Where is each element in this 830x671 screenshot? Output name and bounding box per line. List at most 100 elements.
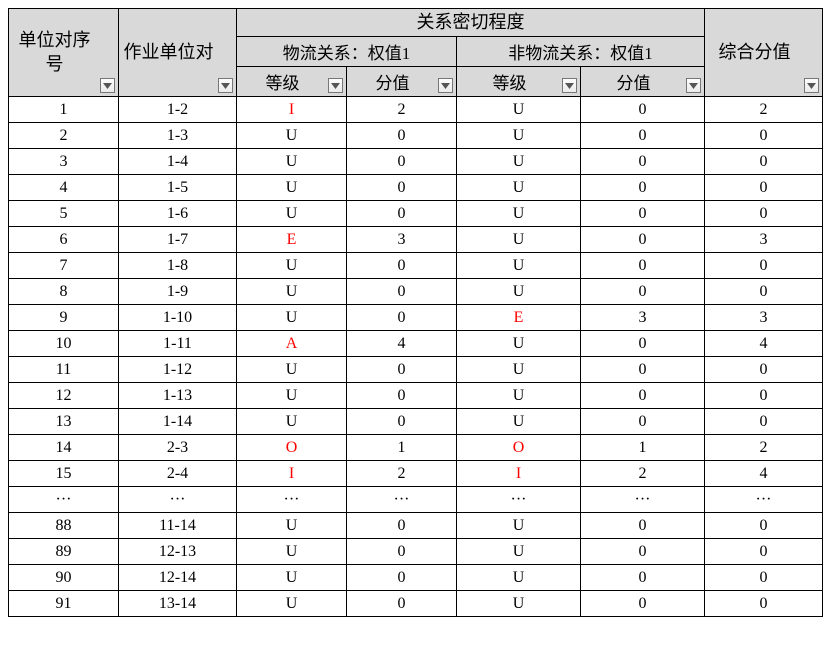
pair-cell: 1-6 [119,201,237,227]
seq-cell: 7 [9,253,119,279]
table-row: 31-4U0U00 [9,149,823,175]
score-1-cell: 3 [347,227,457,253]
total-cell: 0 [705,149,823,175]
seq-cell: 90 [9,565,119,591]
ellipsis-cell: ··· [581,487,705,513]
score-2-cell: 0 [581,97,705,123]
total-cell: 0 [705,357,823,383]
score-2-cell: 0 [581,513,705,539]
ellipsis-cell: ··· [457,487,581,513]
score-1-cell: 0 [347,357,457,383]
table-row: 11-2I2U02 [9,97,823,123]
pair-cell: 13-14 [119,591,237,617]
header-total-label: 综合分值 [719,42,791,62]
seq-cell: 14 [9,435,119,461]
grade-1-cell: U [237,123,347,149]
seq-cell: 6 [9,227,119,253]
header-nonlogistics: 非物流关系：权值1 [457,37,705,67]
table-row: 111-12U0U00 [9,357,823,383]
grade-2-cell: U [457,175,581,201]
score-1-cell: 0 [347,305,457,331]
score-1-cell: 0 [347,201,457,227]
total-cell: 0 [705,409,823,435]
grade-1-cell: U [237,539,347,565]
header-seq[interactable]: 单位对序号 [9,9,119,97]
pair-cell: 1-13 [119,383,237,409]
header-seq-label: 单位对序号 [19,30,91,73]
header-score-2[interactable]: 分值 [581,67,705,97]
seq-cell: 10 [9,331,119,357]
grade-2-cell: U [457,513,581,539]
score-1-cell: 0 [347,383,457,409]
score-2-cell: 3 [581,305,705,331]
total-cell: 2 [705,97,823,123]
grade-1-cell: U [237,175,347,201]
grade-2-cell: U [457,201,581,227]
filter-icon[interactable] [328,78,343,93]
score-1-cell: 0 [347,409,457,435]
table-row: 9012-14U0U00 [9,565,823,591]
total-cell: 4 [705,461,823,487]
grade-2-cell: U [457,383,581,409]
pair-cell: 2-3 [119,435,237,461]
grade-1-cell: U [237,149,347,175]
filter-icon[interactable] [438,78,453,93]
seq-cell: 91 [9,591,119,617]
filter-icon[interactable] [686,78,701,93]
seq-cell: 2 [9,123,119,149]
table-row: 91-10U0E33 [9,305,823,331]
pair-cell: 1-8 [119,253,237,279]
score-2-cell: 0 [581,227,705,253]
score-1-cell: 0 [347,123,457,149]
grade-1-cell: U [237,565,347,591]
header-score-1[interactable]: 分值 [347,67,457,97]
header-grade-1[interactable]: 等级 [237,67,347,97]
seq-cell: 8 [9,279,119,305]
pair-cell: 1-3 [119,123,237,149]
pair-cell: 1-12 [119,357,237,383]
table-row: 142-3O1O12 [9,435,823,461]
header-grade-2[interactable]: 等级 [457,67,581,97]
score-1-cell: 2 [347,97,457,123]
score-2-cell: 0 [581,357,705,383]
score-1-cell: 2 [347,461,457,487]
grade-1-cell: U [237,513,347,539]
grade-2-cell: U [457,279,581,305]
filter-icon[interactable] [804,78,819,93]
score-1-cell: 1 [347,435,457,461]
score-2-cell: 0 [581,279,705,305]
table-row: 61-7E3U03 [9,227,823,253]
grade-1-cell: U [237,383,347,409]
score-2-cell: 0 [581,331,705,357]
grade-2-cell: U [457,253,581,279]
score-2-cell: 0 [581,253,705,279]
grade-1-cell: I [237,461,347,487]
seq-cell: 5 [9,201,119,227]
filter-icon[interactable] [218,78,233,93]
table-row: 41-5U0U00 [9,175,823,201]
seq-cell: 9 [9,305,119,331]
table-row: 121-13U0U00 [9,383,823,409]
total-cell: 3 [705,305,823,331]
table-row: 152-4I2I24 [9,461,823,487]
score-2-cell: 0 [581,149,705,175]
total-cell: 0 [705,279,823,305]
score-2-cell: 1 [581,435,705,461]
table-row: 51-6U0U00 [9,201,823,227]
grade-2-cell: U [457,123,581,149]
score-1-cell: 0 [347,279,457,305]
grade-2-cell: U [457,227,581,253]
seq-cell: 13 [9,409,119,435]
header-pair[interactable]: 作业单位对 [119,9,237,97]
header-closeness: 关系密切程度 [237,9,705,37]
header-total[interactable]: 综合分值 [705,9,823,97]
score-2-cell: 2 [581,461,705,487]
pair-cell: 12-14 [119,565,237,591]
filter-icon[interactable] [100,78,115,93]
filter-icon[interactable] [562,78,577,93]
seq-cell: 15 [9,461,119,487]
grade-2-cell: U [457,331,581,357]
score-2-cell: 0 [581,383,705,409]
score-2-cell: 0 [581,175,705,201]
grade-2-cell: U [457,357,581,383]
